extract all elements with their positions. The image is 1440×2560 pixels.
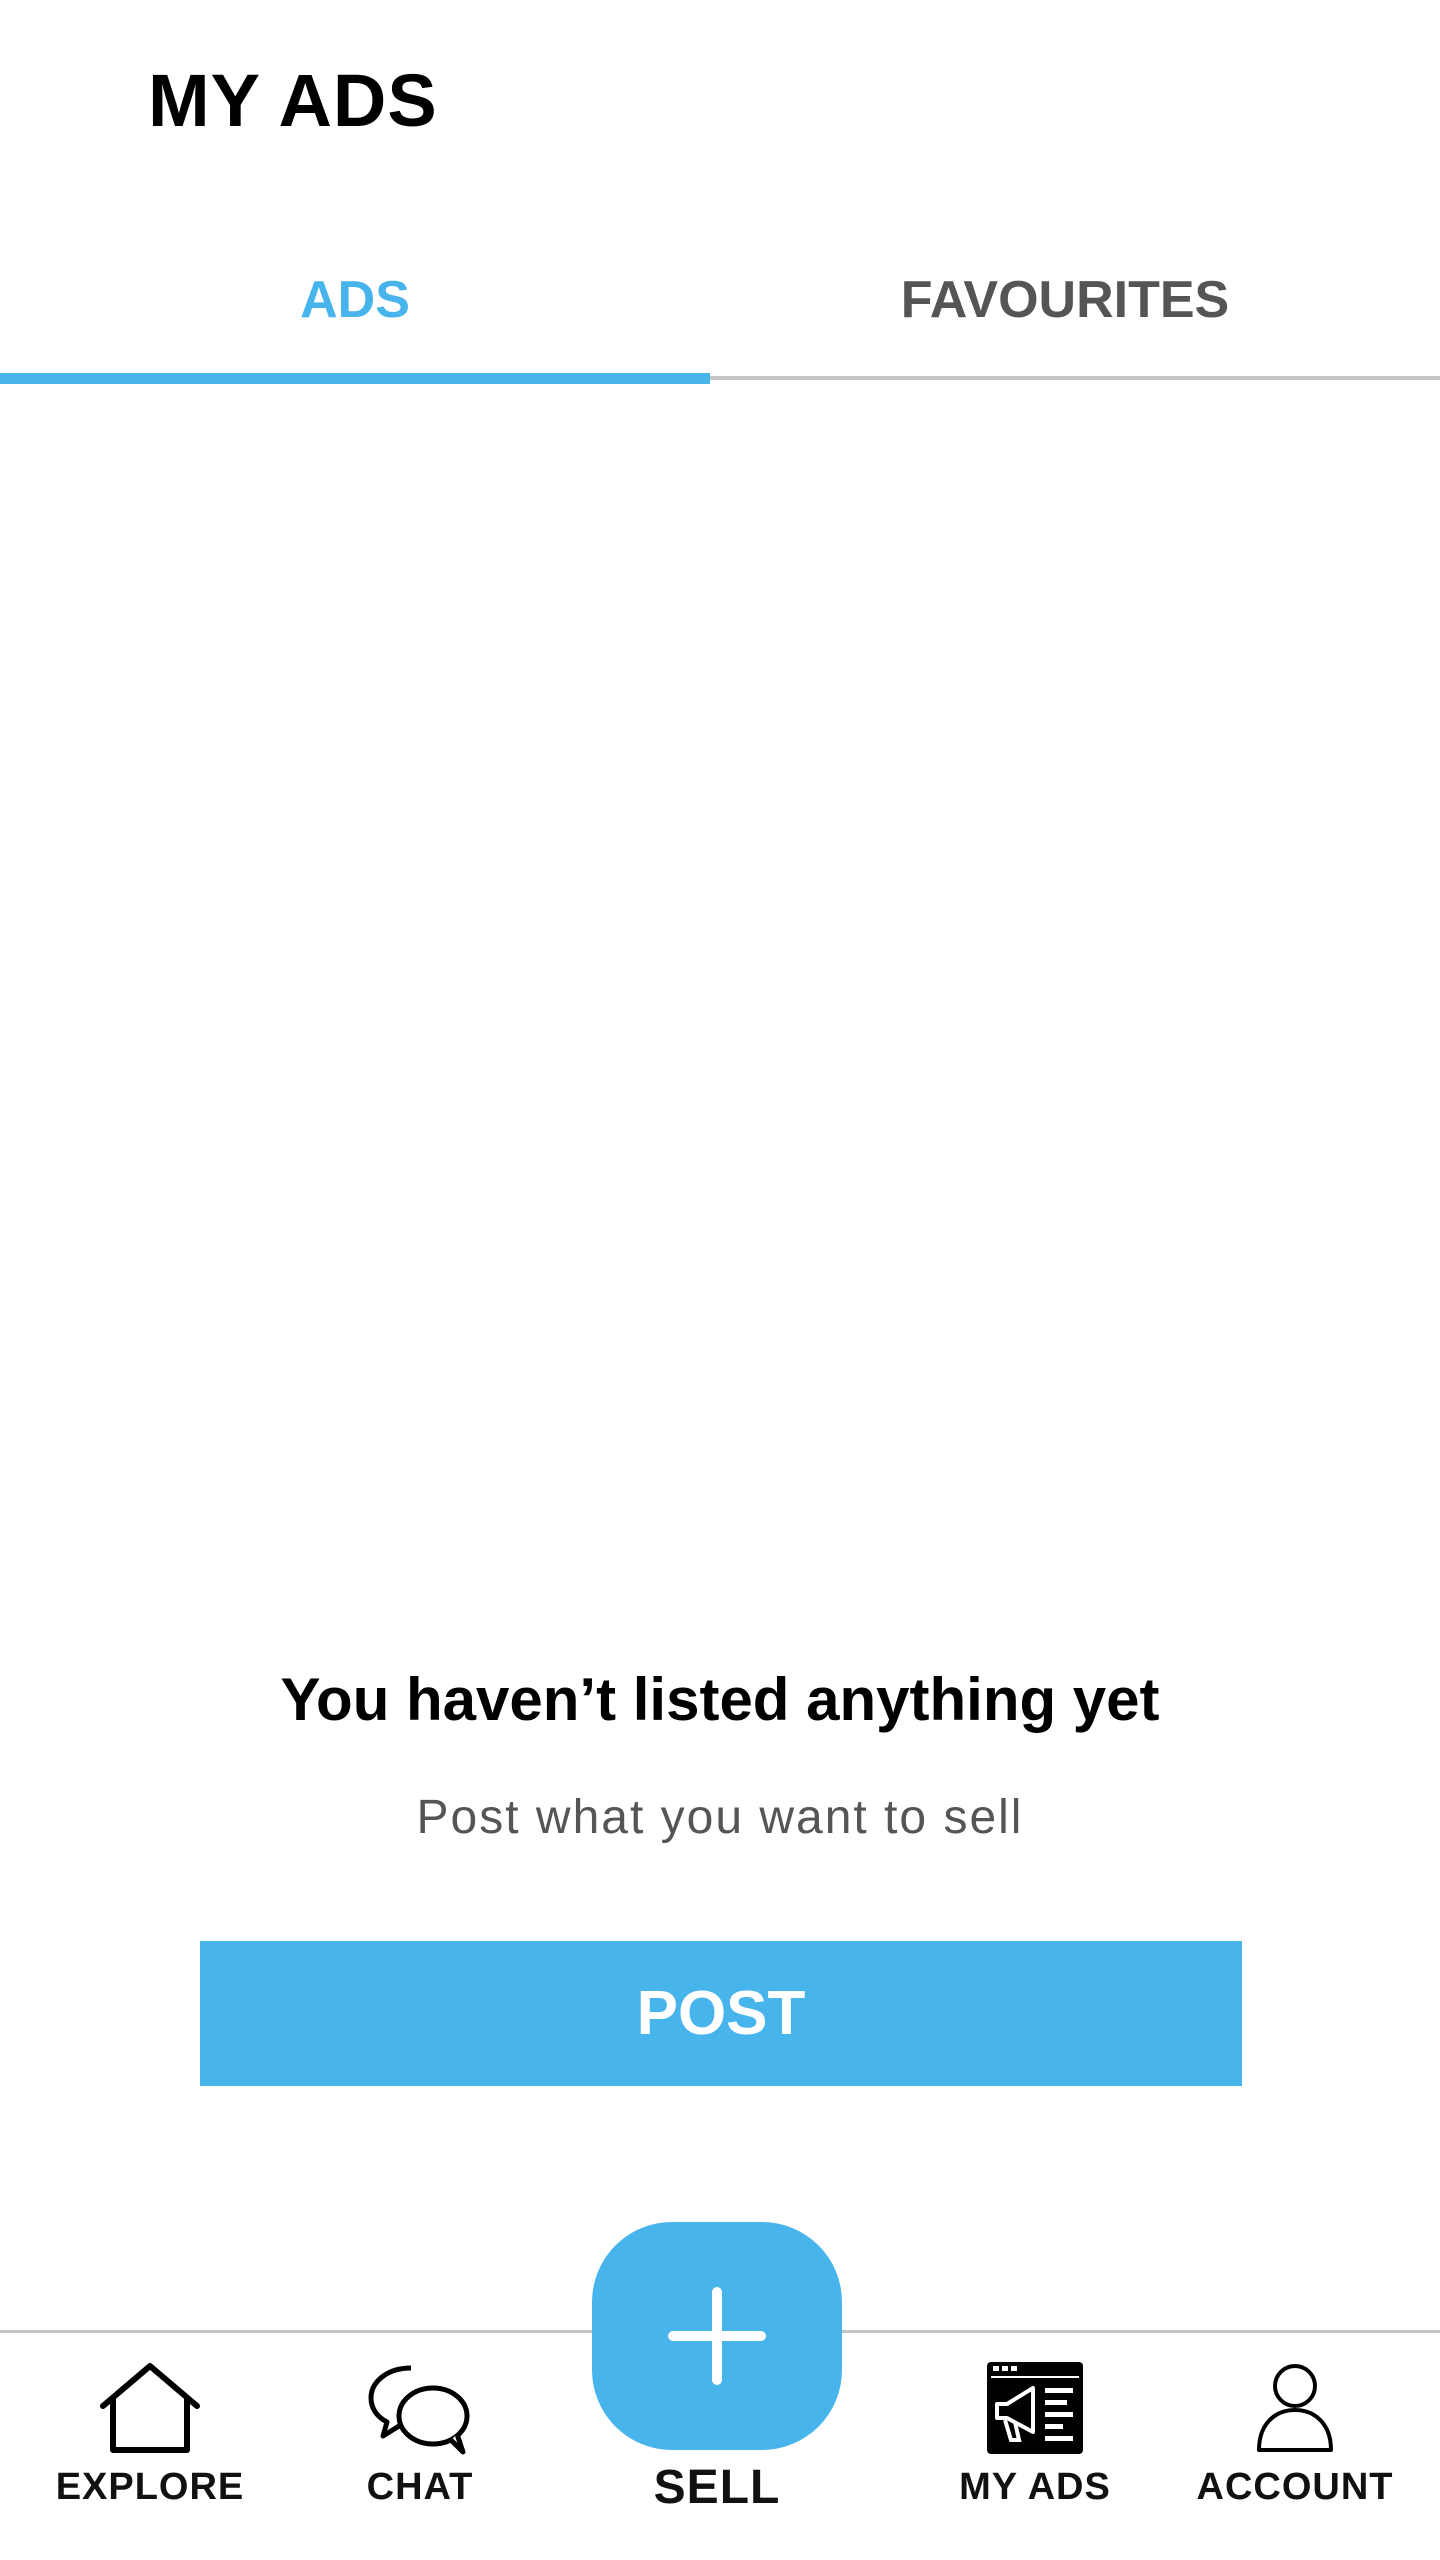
post-button[interactable]: POST	[200, 1941, 1242, 2086]
nav-item-explore[interactable]: EXPLORE	[40, 2360, 260, 2550]
empty-state-title: You haven’t listed anything yet	[280, 1666, 1160, 1733]
plus-icon	[668, 2287, 766, 2385]
empty-state-subtitle: Post what you want to sell	[416, 1791, 1024, 1844]
tab-ads[interactable]: ADS	[0, 270, 710, 350]
megaphone-ads-icon	[987, 2362, 1083, 2454]
user-icon	[1257, 2364, 1333, 2452]
nav-label-sell: SELL	[653, 2461, 781, 2514]
nav-label-chat: CHAT	[366, 2466, 474, 2508]
chat-bubbles-icon	[368, 2365, 470, 2455]
nav-label-explore: EXPLORE	[55, 2466, 245, 2508]
nav-item-account[interactable]: ACCOUNT	[1180, 2360, 1410, 2550]
nav-item-chat[interactable]: CHAT	[320, 2360, 520, 2550]
nav-label-account: ACCOUNT	[1196, 2466, 1394, 2508]
active-tab-indicator	[0, 373, 710, 384]
tab-favourites[interactable]: FAVOURITES	[710, 270, 1420, 350]
nav-label-my-ads: MY ADS	[959, 2466, 1111, 2508]
sell-button[interactable]	[592, 2222, 842, 2450]
nav-item-my-ads[interactable]: MY ADS	[925, 2360, 1145, 2550]
home-icon	[100, 2363, 200, 2453]
page-title: MY ADS	[148, 59, 438, 142]
